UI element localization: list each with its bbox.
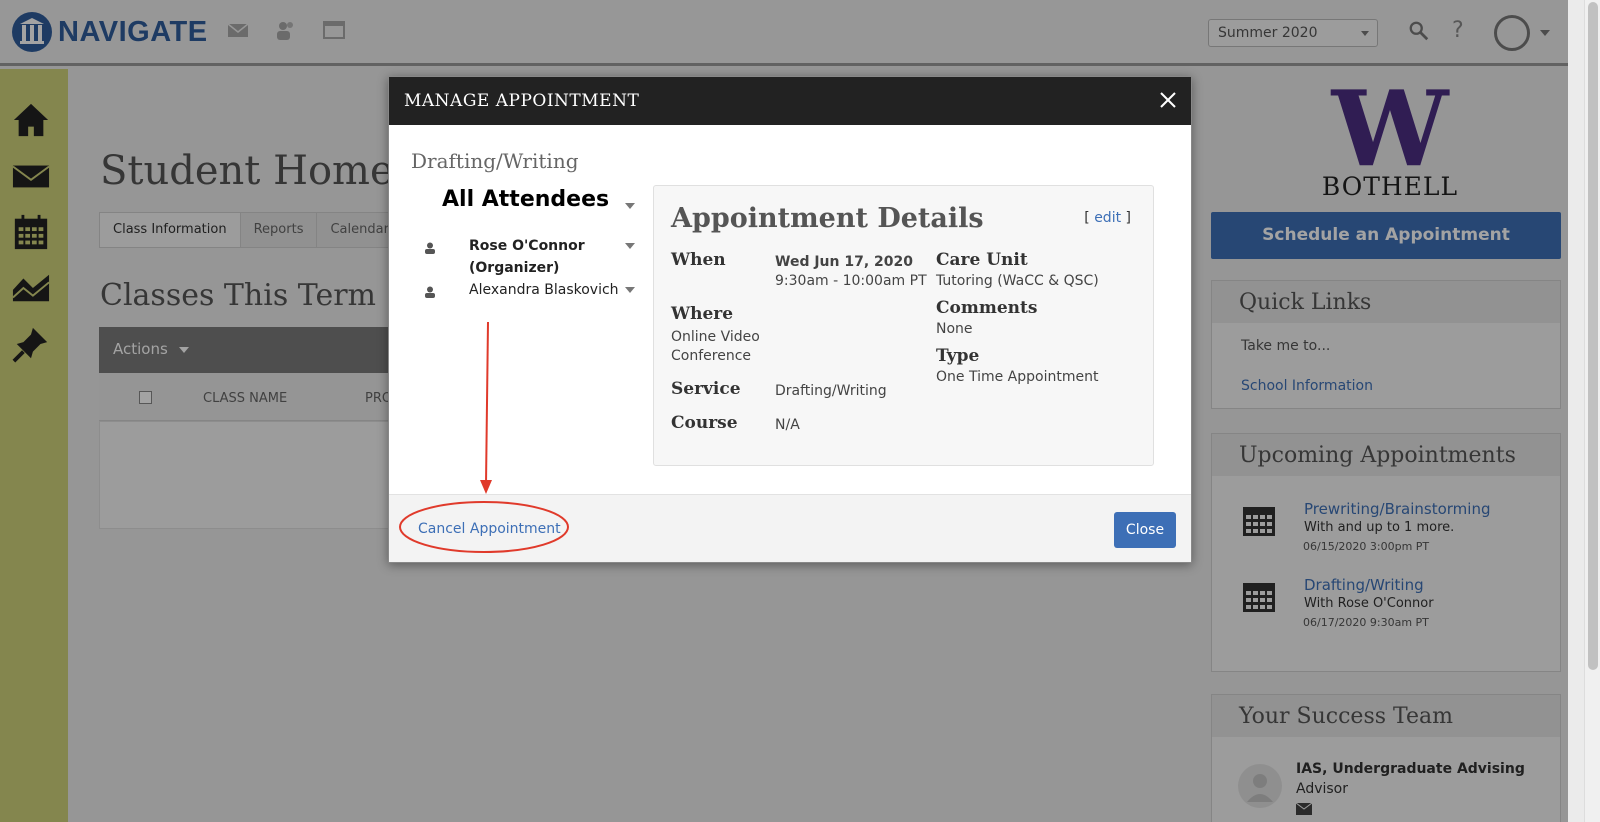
cancel-appointment-link[interactable]: Cancel Appointment [418, 521, 561, 537]
modal-header: MANAGE APPOINTMENT [389, 77, 1191, 125]
where-line-1: Online Video [671, 329, 760, 345]
modal-footer: Cancel Appointment Close [389, 494, 1191, 562]
appointment-service-title: Drafting/Writing [411, 149, 579, 173]
appointment-details-title: Appointment Details [671, 203, 984, 234]
attendee-name: Rose O'Connor (Organizer) [469, 235, 585, 279]
comments-value: None [936, 321, 973, 337]
appointment-details-panel: Appointment Details [ edit ] When Wed Ju… [653, 185, 1154, 466]
modal-title: MANAGE APPOINTMENT [404, 91, 640, 111]
where-line-2: Conference [671, 348, 752, 364]
care-unit-value: Tutoring (WaCC & QSC) [936, 273, 1099, 289]
edit-bracket-open: [ [1084, 210, 1090, 226]
close-icon[interactable] [1157, 89, 1179, 111]
type-label: Type [936, 346, 980, 366]
when-time: 9:30am - 10:00am PT [775, 273, 927, 289]
type-value: One Time Appointment [936, 369, 1099, 385]
edit-link[interactable]: edit [1094, 210, 1121, 226]
when-label: When [671, 250, 726, 270]
chevron-down-icon[interactable] [625, 287, 635, 293]
chevron-down-icon[interactable] [625, 243, 635, 249]
edit-link-wrapper: [ edit ] [1084, 210, 1131, 226]
attendee-role-line: (Organizer) [469, 260, 560, 276]
service-value: Drafting/Writing [775, 383, 887, 399]
service-label: Service [671, 379, 741, 399]
edit-bracket-close: ] [1125, 210, 1131, 226]
when-date: Wed Jun 17, 2020 [775, 254, 913, 270]
close-button[interactable]: Close [1114, 512, 1176, 548]
course-value: N/A [775, 417, 800, 433]
care-unit-label: Care Unit [936, 250, 1028, 270]
attendee-name: Alexandra Blaskovich [469, 282, 619, 298]
chevron-down-icon[interactable] [625, 203, 635, 209]
manage-appointment-modal: MANAGE APPOINTMENT Drafting/Writing All … [388, 76, 1192, 563]
person-icon [425, 286, 435, 298]
scrollbar-thumb[interactable] [1588, 2, 1598, 670]
course-label: Course [671, 413, 738, 433]
all-attendees-dropdown[interactable]: All Attendees [442, 187, 609, 212]
page-scrollbar[interactable] [1584, 0, 1600, 822]
comments-label: Comments [936, 298, 1038, 318]
where-label: Where [671, 304, 734, 324]
person-icon [425, 242, 435, 254]
attendee-name-line: Rose O'Connor [469, 238, 585, 254]
